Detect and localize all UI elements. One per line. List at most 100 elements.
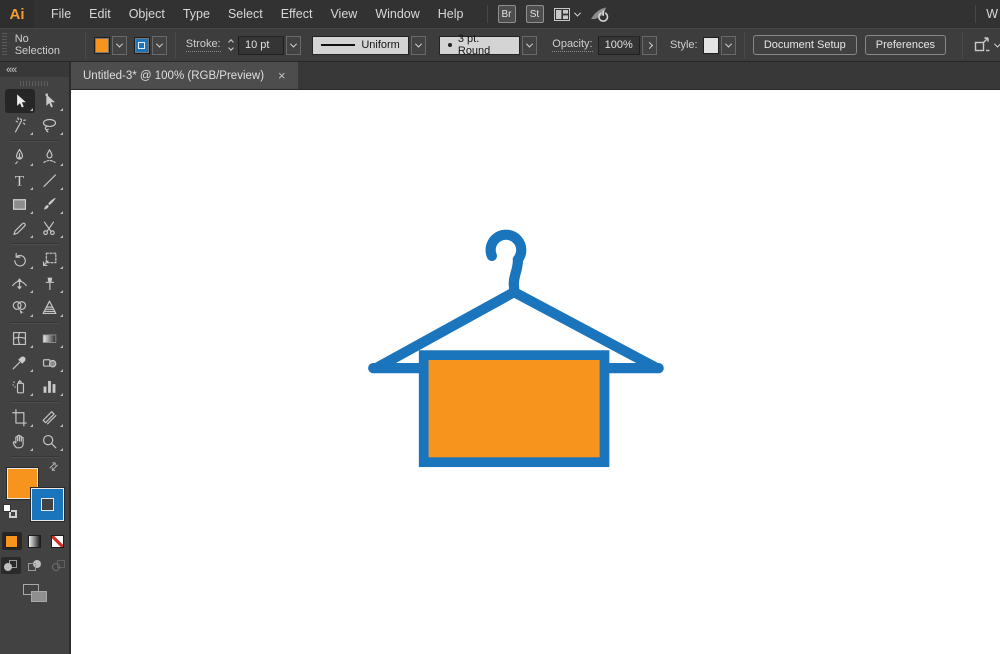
width-profile-select[interactable]: Uniform [312, 36, 409, 55]
gradient-button[interactable] [25, 532, 45, 550]
tool-scissors[interactable] [35, 216, 65, 240]
tool-column-graph[interactable] [35, 374, 65, 398]
tool-eyedropper[interactable] [5, 350, 35, 374]
tool-magic-wand[interactable] [5, 113, 35, 137]
swap-fill-stroke-icon[interactable]: ⇄ [46, 459, 62, 475]
draw-behind-button[interactable] [25, 557, 45, 574]
preferences-button[interactable]: Preferences [865, 35, 946, 55]
menu-help[interactable]: Help [429, 0, 473, 28]
bridge-button[interactable]: Br [498, 5, 516, 23]
workspace-switcher[interactable] [554, 8, 580, 21]
tool-selection[interactable] [5, 89, 35, 113]
stroke-color-dropdown[interactable] [152, 36, 167, 55]
paintbrush-icon [40, 195, 59, 214]
tool-blend[interactable] [35, 350, 65, 374]
fill-color-dropdown[interactable] [112, 36, 127, 55]
brush-definition-value: 3 pt. Round [458, 33, 511, 57]
tool-curvature[interactable] [35, 144, 65, 168]
menu-type[interactable]: Type [174, 0, 219, 28]
menu-object[interactable]: Object [120, 0, 174, 28]
style-label: Style: [670, 39, 698, 51]
menu-window[interactable]: Window [366, 0, 428, 28]
artboard-canvas[interactable] [71, 90, 1000, 654]
tool-direct-selection[interactable] [35, 89, 65, 113]
stroke-color-swatch[interactable] [134, 37, 150, 54]
close-tab-icon[interactable]: × [278, 69, 286, 82]
draw-inside-button[interactable] [49, 557, 69, 574]
stock-button[interactable]: St [526, 5, 544, 23]
tool-slice[interactable] [35, 405, 65, 429]
document-tab[interactable]: Untitled-3* @ 100% (RGB/Preview) × [71, 62, 298, 89]
tool-puppet-warp[interactable] [35, 271, 65, 295]
toolbar-collapse-button[interactable]: «« [0, 62, 69, 77]
tool-shaper[interactable] [5, 216, 35, 240]
graphic-style-swatch[interactable] [703, 37, 719, 54]
tool-type[interactable]: T [5, 168, 35, 192]
align-options[interactable] [973, 37, 1000, 53]
free-transform-icon [40, 250, 59, 269]
opacity-submenu-button[interactable] [642, 36, 657, 55]
menu-view[interactable]: View [321, 0, 366, 28]
blend-icon [40, 353, 59, 372]
scissors-icon [40, 219, 59, 238]
document-setup-button[interactable]: Document Setup [753, 35, 857, 55]
tool-pen[interactable] [5, 144, 35, 168]
menu-edit[interactable]: Edit [80, 0, 120, 28]
slice-icon [40, 408, 59, 427]
panel-grip[interactable] [2, 33, 7, 57]
menu-effect[interactable]: Effect [272, 0, 322, 28]
change-screen-mode-button[interactable] [23, 584, 47, 602]
stroke-weight-stepper[interactable] [226, 36, 236, 55]
width-icon [10, 274, 29, 293]
tool-hand[interactable] [5, 429, 35, 453]
tool-rotate[interactable] [5, 247, 35, 271]
tool-shape-builder[interactable] [5, 295, 35, 319]
tool-perspective-grid[interactable] [35, 295, 65, 319]
none-button[interactable] [48, 532, 68, 550]
color-button[interactable] [2, 532, 22, 550]
workspace-layout-icon [554, 8, 570, 21]
illustrator-logo-icon: Ai [0, 0, 34, 28]
menu-file[interactable]: File [42, 0, 80, 28]
tool-line-segment[interactable] [35, 168, 65, 192]
stroke-weight-field[interactable]: 10 pt [238, 36, 284, 55]
opacity-panel-link[interactable]: Opacity: [552, 38, 592, 52]
draw-behind-icon [28, 560, 41, 571]
width-profile-dropdown[interactable] [411, 36, 426, 55]
chevron-down-icon [156, 40, 163, 47]
tool-gradient[interactable] [35, 326, 65, 350]
stroke-panel-link[interactable]: Stroke: [186, 38, 221, 52]
rectangle-icon [10, 195, 29, 214]
curvature-icon [40, 147, 59, 166]
toolbar-grip[interactable] [0, 77, 69, 89]
tool-artboard[interactable] [5, 405, 35, 429]
draw-normal-button[interactable] [1, 557, 21, 574]
brush-definition-select[interactable]: 3 pt. Round [439, 36, 520, 55]
gpu-performance-icon[interactable] [590, 6, 610, 22]
chevron-right-icon [646, 41, 653, 48]
tool-paintbrush[interactable] [35, 192, 65, 216]
stroke-weight-dropdown[interactable] [286, 36, 301, 55]
chevron-down-icon [228, 45, 234, 51]
tool-free-transform[interactable] [35, 247, 65, 271]
opacity-field[interactable]: 100% [598, 36, 640, 55]
tool-rectangle[interactable] [5, 192, 35, 216]
tool-group-divider [5, 319, 65, 326]
divider [175, 32, 176, 58]
brush-definition-dropdown[interactable] [522, 36, 537, 55]
graphic-style-dropdown[interactable] [721, 36, 736, 55]
tool-width[interactable] [5, 271, 35, 295]
menu-select[interactable]: Select [219, 0, 272, 28]
tool-zoom[interactable] [35, 429, 65, 453]
chevron-down-icon [573, 9, 580, 16]
artboard-icon [10, 408, 29, 427]
tool-lasso[interactable] [35, 113, 65, 137]
tool-symbol-sprayer[interactable] [5, 374, 35, 398]
default-fill-stroke-icon[interactable] [3, 504, 17, 518]
tool-mesh[interactable] [5, 326, 35, 350]
chevron-down-icon [526, 40, 533, 47]
fill-color-swatch[interactable] [94, 37, 110, 54]
chevron-down-icon [415, 40, 422, 47]
stroke-swatch[interactable] [31, 488, 64, 521]
hanger-artwork[interactable] [71, 90, 998, 654]
